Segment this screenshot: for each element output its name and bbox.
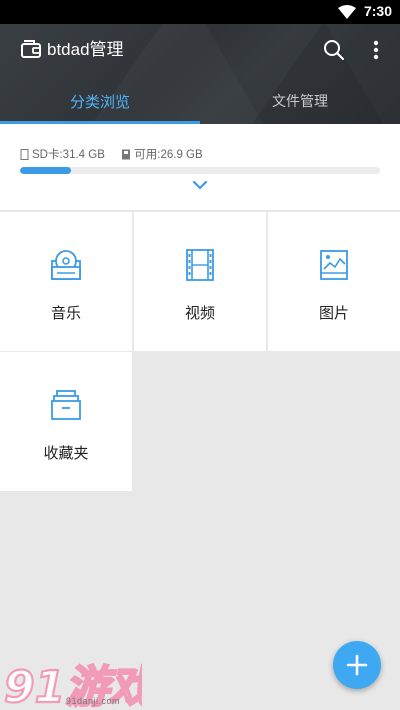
search-icon[interactable] xyxy=(322,38,346,62)
app-logo-icon xyxy=(21,40,41,58)
storage-info: SD卡:31.4 GB 可用:26.9 GB xyxy=(20,146,203,162)
app-bar: btdad管理 分类浏览 文件管理 xyxy=(0,24,400,124)
category-favorites[interactable]: 收藏夹 xyxy=(0,352,132,491)
add-button[interactable] xyxy=(333,641,381,689)
storage-chip-icon xyxy=(122,149,131,160)
storage-progress-fill xyxy=(20,167,72,174)
watermark-subtext: 91danji.com xyxy=(66,696,121,706)
sd-card-icon xyxy=(20,149,29,160)
category-video[interactable]: 视频 xyxy=(134,212,266,351)
storage-panel: SD卡:31.4 GB 可用:26.9 GB xyxy=(0,124,400,210)
tab-file-manager[interactable]: 文件管理 xyxy=(200,84,400,124)
category-music[interactable]: 音乐 xyxy=(0,212,132,351)
category-label: 音乐 xyxy=(50,304,81,322)
favorites-box-icon xyxy=(51,390,81,420)
sd-capacity: SD卡:31.4 GB xyxy=(32,149,105,161)
category-label: 图片 xyxy=(318,304,349,322)
picture-icon xyxy=(320,250,348,280)
wifi-icon xyxy=(338,5,356,19)
music-disc-icon xyxy=(51,250,81,280)
chevron-down-icon[interactable] xyxy=(190,178,210,192)
app-title: btdad管理 xyxy=(47,40,124,59)
tab-label: 分类浏览 xyxy=(69,93,130,111)
category-label: 收藏夹 xyxy=(43,444,89,462)
status-time: 7:30 xyxy=(363,3,392,19)
status-bar: 7:30 xyxy=(0,0,400,24)
category-grid-row: 收藏夹 xyxy=(0,352,400,492)
tab-label: 文件管理 xyxy=(272,94,328,110)
more-options-icon[interactable] xyxy=(366,38,386,62)
category-label: 视频 xyxy=(184,304,215,322)
battery-icon xyxy=(326,4,336,20)
storage-progress-bar xyxy=(20,167,380,174)
available-capacity: 可用:26.9 GB xyxy=(134,149,203,161)
category-pictures[interactable]: 图片 xyxy=(268,212,400,351)
film-icon xyxy=(186,249,214,281)
category-grid-row: 音乐 视频 图片 xyxy=(0,212,400,352)
plus-icon xyxy=(346,654,368,676)
tab-category-browse[interactable]: 分类浏览 xyxy=(0,84,200,124)
